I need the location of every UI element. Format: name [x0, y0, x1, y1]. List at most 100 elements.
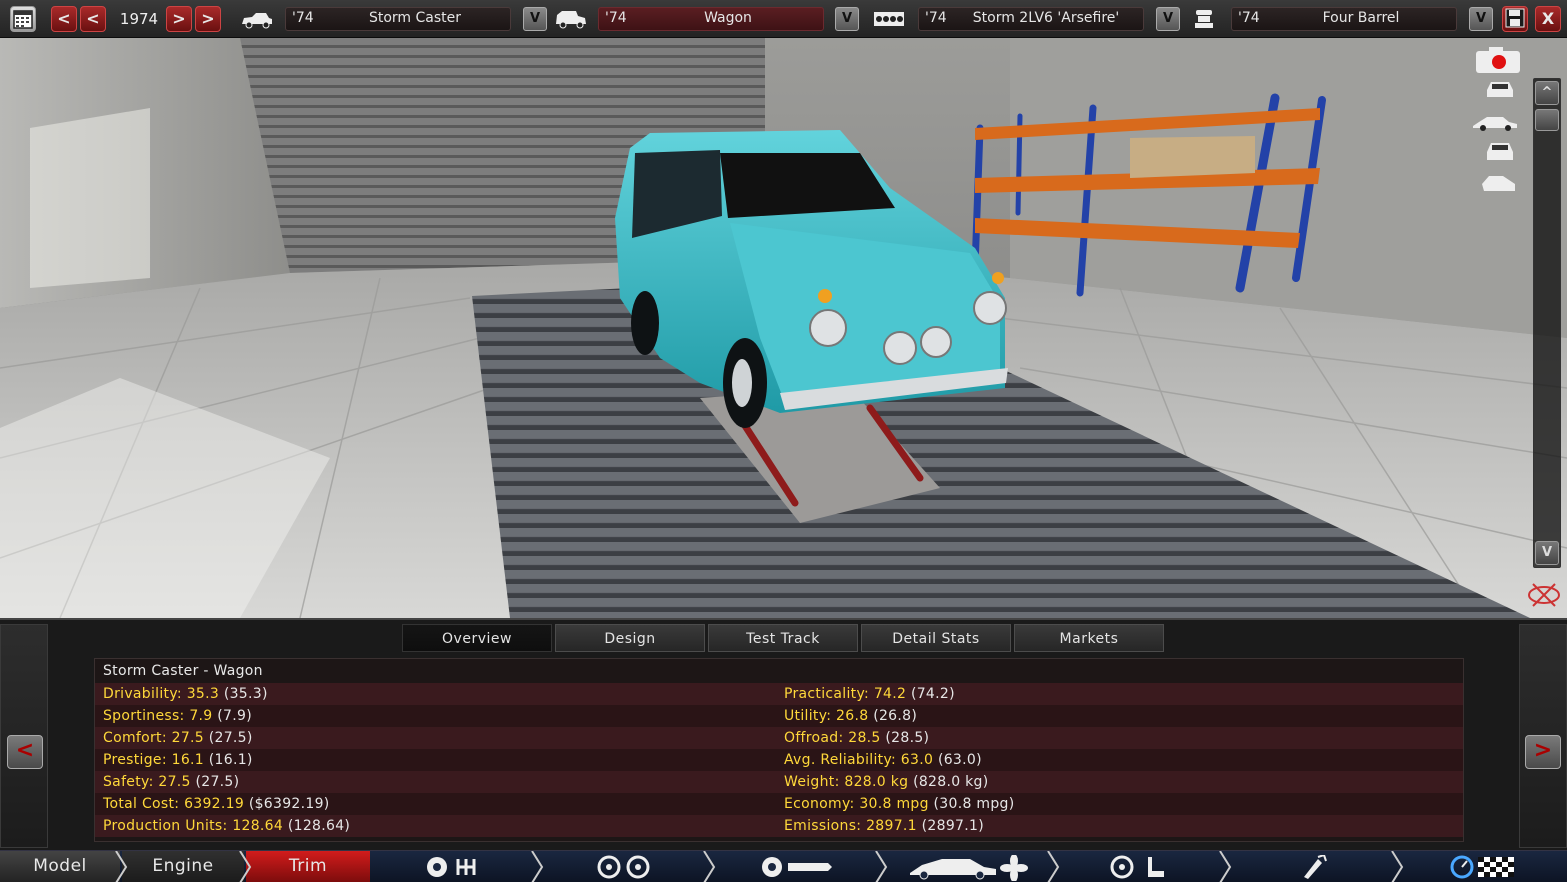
- chevron-right-icon: [531, 851, 544, 882]
- fuel-system-icon[interactable]: [1294, 853, 1328, 882]
- stats-row: Production Units: 128.64 (128.64) Emissio…: [95, 815, 1463, 837]
- scroll-down-button[interactable]: V: [1535, 541, 1559, 565]
- stat-label: Offroad:: [784, 730, 844, 746]
- fuel-system-dropdown-button[interactable]: V: [1469, 7, 1493, 31]
- car-model-icon: [240, 8, 274, 34]
- stat-value: 16.1: [171, 752, 204, 768]
- orbit-reset-icon[interactable]: [1527, 580, 1561, 614]
- stat-value: 28.5: [848, 730, 881, 746]
- stat-paren: (74.2): [910, 686, 955, 702]
- stat-value: 74.2: [873, 686, 907, 702]
- car-rear-view-icon[interactable]: [1483, 140, 1517, 166]
- car-angle-view-icon[interactable]: [1479, 172, 1519, 200]
- calendar-icon[interactable]: [10, 6, 36, 32]
- wheels-icon[interactable]: [596, 855, 654, 882]
- fuel-system-selector[interactable]: '74 Four Barrel: [1231, 7, 1457, 31]
- stat-value: 2897.1: [866, 818, 917, 834]
- stat-item: Avg. Reliability: 63.0 (63.0): [784, 752, 982, 768]
- year-next-fast-button[interactable]: >: [195, 6, 221, 32]
- nav-model[interactable]: Model: [0, 851, 120, 882]
- car-front-view-icon[interactable]: [1483, 78, 1517, 104]
- stat-value: 7.9: [189, 708, 213, 724]
- stat-label: Production Units:: [103, 818, 228, 834]
- next-car-button[interactable]: >: [1525, 735, 1561, 769]
- brakes-suspension-icon[interactable]: [760, 855, 834, 882]
- test-drive-icon[interactable]: [1450, 855, 1516, 882]
- stat-paren: (828.0 kg): [913, 774, 989, 790]
- car-3d-viewport[interactable]: ^ V: [0, 38, 1567, 618]
- stat-label: Total Cost:: [103, 796, 180, 812]
- stat-label: Avg. Reliability:: [784, 752, 897, 768]
- model-selector[interactable]: '74 Storm Caster: [285, 7, 511, 31]
- overview-stats: Storm Caster - Wagon Drivability: 35.3 (…: [94, 658, 1464, 842]
- stat-item: Comfort: 27.5 (27.5): [103, 730, 253, 746]
- stat-item: Offroad: 28.5 (28.5): [784, 730, 929, 746]
- model-dropdown-button[interactable]: V: [523, 7, 547, 31]
- stat-value: 27.5: [158, 774, 191, 790]
- stat-paren: (27.5): [195, 774, 240, 790]
- stats-row: Sportiness: 7.9 (7.9) Utility: 26.8 (26.8…: [95, 705, 1463, 727]
- year-display: 1974: [119, 10, 159, 28]
- interior-icon[interactable]: [1108, 855, 1168, 882]
- stat-paren: (63.0): [937, 752, 982, 768]
- tab-test-track[interactable]: Test Track: [708, 624, 858, 652]
- stats-row: Total Cost: 6392.19 ($6392.19) Economy: 3…: [95, 793, 1463, 815]
- year-next-button[interactable]: >: [166, 6, 192, 32]
- stat-paren: (7.9): [217, 708, 252, 724]
- car-title: Storm Caster - Wagon: [103, 663, 263, 679]
- stat-value: 128.64: [232, 818, 284, 834]
- info-panel: < > Overview Design Test Track Detail St…: [0, 618, 1567, 850]
- stat-item: Sportiness: 7.9 (7.9): [103, 708, 252, 724]
- view-scrollbar[interactable]: ^ V: [1533, 78, 1561, 568]
- body-selector[interactable]: '74 Wagon: [598, 7, 824, 31]
- scroll-thumb[interactable]: [1535, 109, 1559, 131]
- stat-label: Comfort:: [103, 730, 167, 746]
- stat-item: Weight: 828.0 kg (828.0 kg): [784, 774, 989, 790]
- stat-label: Safety:: [103, 774, 154, 790]
- prev-car-button[interactable]: <: [7, 735, 43, 769]
- chevron-right-icon: [1391, 851, 1404, 882]
- stat-paren: (128.64): [287, 818, 351, 834]
- save-icon[interactable]: [1502, 6, 1528, 32]
- stat-paren: (26.8): [873, 708, 918, 724]
- stat-paren: (27.5): [208, 730, 253, 746]
- aero-cooling-icon[interactable]: [908, 854, 1032, 882]
- stat-item: Emissions: 2897.1 (2897.1): [784, 818, 984, 834]
- stat-paren: (28.5): [885, 730, 930, 746]
- year-prev-fast-button[interactable]: <: [51, 6, 77, 32]
- stat-value: 828.0 kg: [844, 774, 909, 790]
- stat-item: Practicality: 74.2 (74.2): [784, 686, 955, 702]
- tab-detail-stats[interactable]: Detail Stats: [861, 624, 1011, 652]
- stat-label: Drivability:: [103, 686, 182, 702]
- chevron-right-icon: [115, 851, 128, 882]
- nav-trim[interactable]: Trim: [246, 851, 370, 882]
- camera-record-icon[interactable]: [1475, 46, 1521, 78]
- stat-paren: (2897.1): [921, 818, 984, 834]
- stat-label: Prestige:: [103, 752, 167, 768]
- body-dropdown-button[interactable]: V: [835, 7, 859, 31]
- bottom-navigation: Model Engine Trim: [0, 850, 1567, 882]
- nav-engine[interactable]: Engine: [122, 851, 244, 882]
- close-button[interactable]: X: [1535, 6, 1561, 32]
- stat-label: Emissions:: [784, 818, 862, 834]
- stat-value: 63.0: [900, 752, 934, 768]
- engine-dropdown-button[interactable]: V: [1156, 7, 1180, 31]
- chevron-right-icon: [1219, 851, 1232, 882]
- stat-value: 30.8 mpg: [859, 796, 929, 812]
- stat-item: Prestige: 16.1 (16.1): [103, 752, 253, 768]
- carburetor-icon: [1192, 8, 1216, 34]
- gearbox-icon[interactable]: [424, 855, 484, 882]
- car-side-view-icon[interactable]: [1471, 114, 1519, 136]
- right-side-panel: >: [1519, 624, 1567, 848]
- stat-value: 26.8: [836, 708, 869, 724]
- scroll-up-button[interactable]: ^: [1535, 81, 1559, 105]
- chevron-right-icon: [1047, 851, 1060, 882]
- tab-overview[interactable]: Overview: [402, 624, 552, 652]
- stat-value: 35.3: [186, 686, 220, 702]
- tab-design[interactable]: Design: [555, 624, 705, 652]
- tab-markets[interactable]: Markets: [1014, 624, 1164, 652]
- engine-selector[interactable]: '74 Storm 2LV6 'Arsefire': [918, 7, 1144, 31]
- year-prev-button[interactable]: <: [80, 6, 106, 32]
- chevron-right-icon: [703, 851, 716, 882]
- stat-label: Utility:: [784, 708, 832, 724]
